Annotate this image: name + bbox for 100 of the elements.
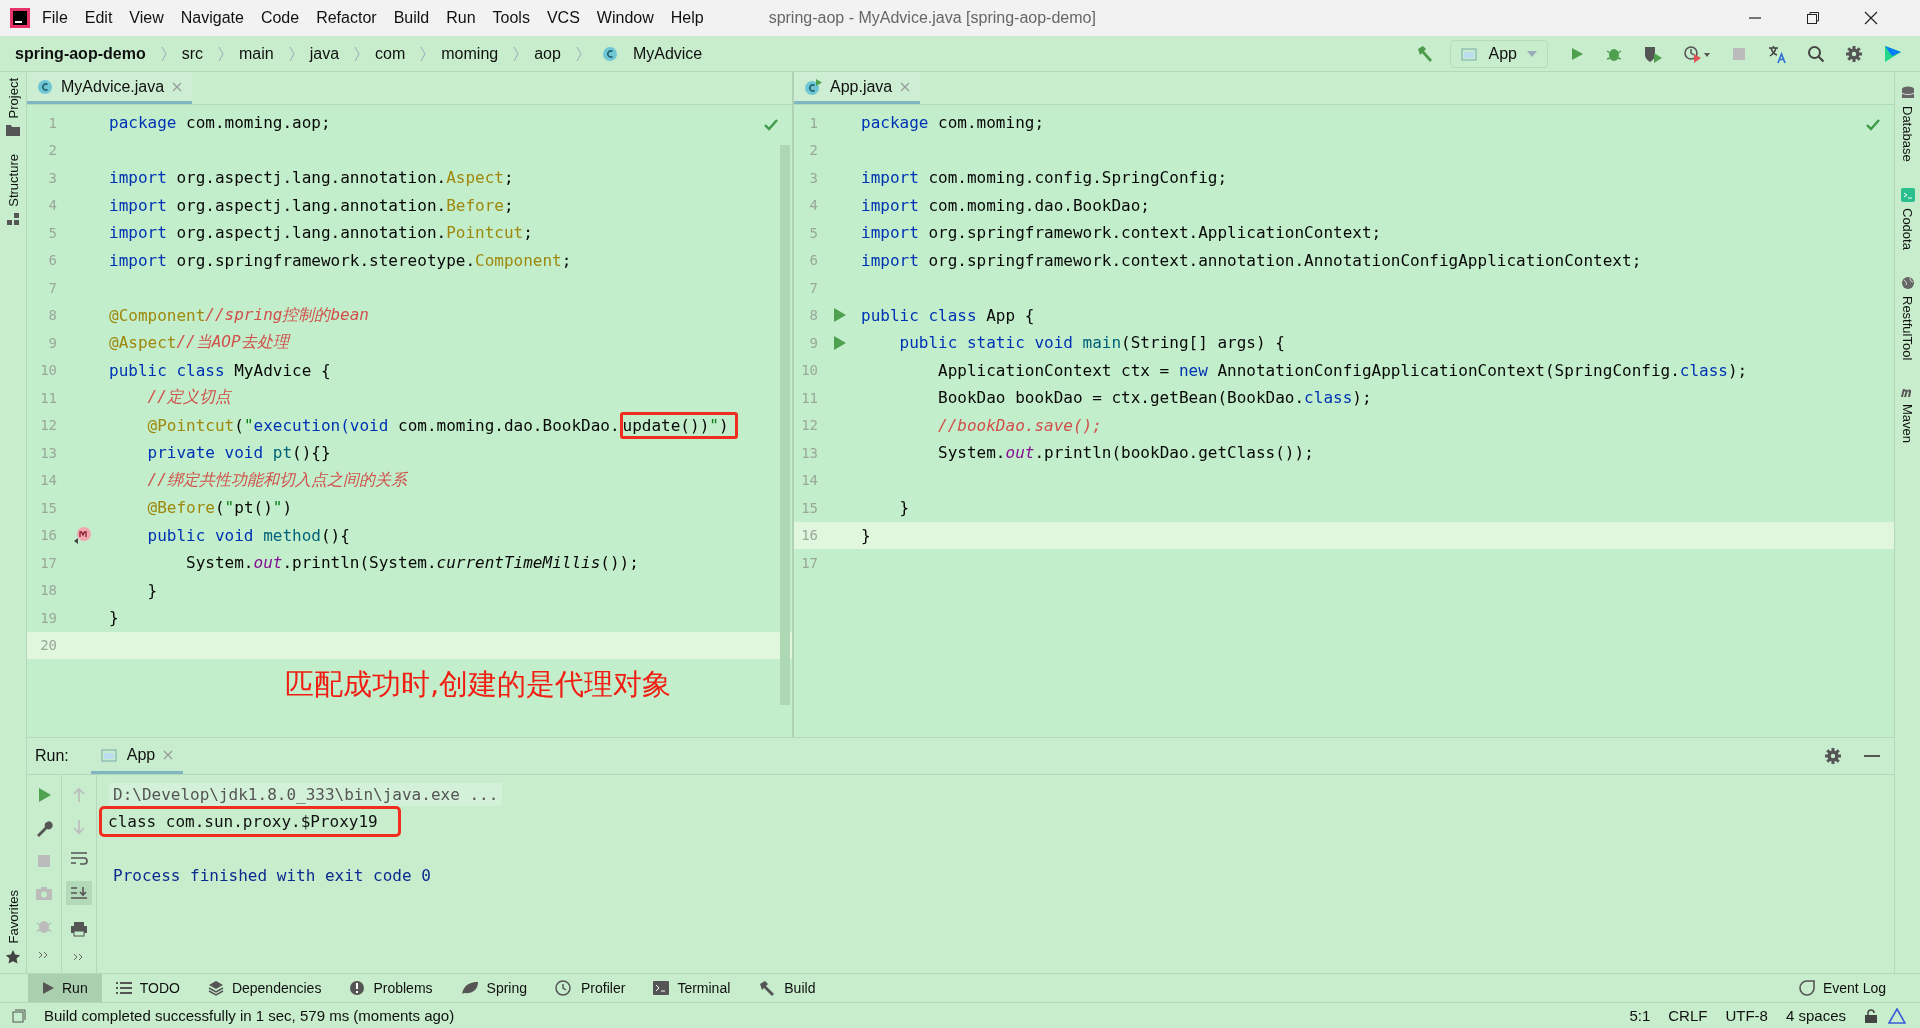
tool-window-tab[interactable]: Build bbox=[744, 974, 830, 1002]
rerun-icon[interactable] bbox=[36, 787, 52, 803]
code-line: @Component//spring控制的bean bbox=[109, 303, 369, 327]
breadcrumb-item[interactable]: aop bbox=[534, 44, 561, 63]
run-icon[interactable] bbox=[833, 335, 846, 350]
breadcrumb-item[interactable]: java bbox=[309, 44, 340, 63]
run-icon[interactable] bbox=[1569, 45, 1585, 62]
editor-tab[interactable]: MyAdvice.java bbox=[27, 72, 193, 104]
lock-icon[interactable] bbox=[1864, 1008, 1878, 1023]
tool-window-tab[interactable]: Run bbox=[28, 974, 102, 1002]
window-icon bbox=[100, 746, 119, 763]
window-icon bbox=[1460, 45, 1479, 62]
tool-window-tab[interactable]: Dependencies bbox=[193, 974, 336, 1002]
profiler-icon[interactable] bbox=[1683, 44, 1711, 63]
menu-item[interactable]: Window bbox=[596, 9, 654, 27]
menu-item[interactable]: View bbox=[129, 9, 164, 27]
override-method-icon[interactable] bbox=[73, 526, 93, 545]
breadcrumb-item[interactable]: MyAdvice bbox=[632, 44, 703, 63]
breadcrumb-item[interactable]: com bbox=[375, 44, 406, 63]
line-number: 11 bbox=[800, 389, 818, 406]
hammer-icon bbox=[758, 979, 777, 997]
line-number: 12 bbox=[800, 417, 818, 434]
wrench-icon[interactable] bbox=[35, 819, 53, 837]
more-icon[interactable] bbox=[38, 951, 50, 959]
breadcrumb-item[interactable]: src bbox=[181, 44, 203, 63]
status-item[interactable]: 5:1 bbox=[1629, 1007, 1651, 1024]
tool-window-tab[interactable]: Terminal bbox=[639, 974, 745, 1002]
tool-window-tab[interactable]: Problems bbox=[335, 974, 447, 1002]
print-icon[interactable] bbox=[70, 921, 88, 937]
tool-window-tab[interactable]: RestfulTool bbox=[1900, 295, 1915, 360]
more-icon[interactable] bbox=[73, 953, 85, 961]
line-number: 13 bbox=[800, 444, 818, 461]
check-icon bbox=[1866, 119, 1880, 131]
event-log-button[interactable]: Event Log bbox=[1784, 974, 1900, 1002]
terminal-icon bbox=[653, 981, 670, 995]
line-number: 16 bbox=[39, 527, 57, 544]
annotation-text: 匹配成功时,创建的是代理对象 bbox=[285, 667, 672, 701]
tool-window-tab[interactable]: Profiler bbox=[541, 974, 640, 1002]
status-item[interactable]: CRLF bbox=[1668, 1007, 1708, 1024]
menu-item[interactable]: Edit bbox=[84, 9, 113, 27]
toolbox-logo-icon[interactable] bbox=[1883, 43, 1903, 64]
menu-item[interactable]: File bbox=[42, 9, 68, 27]
status-item[interactable]: 4 spaces bbox=[1785, 1007, 1846, 1024]
translate-icon[interactable] bbox=[1767, 43, 1787, 64]
settings-icon[interactable] bbox=[1824, 747, 1842, 765]
tool-window-tab[interactable]: Codota bbox=[1900, 207, 1915, 250]
tool-window-tab[interactable]: Project bbox=[5, 78, 21, 119]
line-number: 8 bbox=[808, 307, 818, 324]
run-config-dropdown[interactable]: App bbox=[1449, 39, 1548, 68]
breadcrumb-item[interactable]: main bbox=[239, 44, 274, 63]
restore-icon[interactable] bbox=[1806, 11, 1820, 25]
chevron-icon bbox=[354, 45, 361, 62]
tool-window-tab[interactable]: Favorites bbox=[5, 889, 21, 943]
line-number: 17 bbox=[800, 554, 818, 571]
tool-window-tab[interactable]: Spring bbox=[446, 974, 541, 1002]
layers-icon bbox=[207, 980, 224, 996]
tool-window-tab[interactable]: TODO bbox=[101, 974, 194, 1002]
coverage-icon[interactable] bbox=[1643, 44, 1663, 63]
menu-item[interactable]: Build bbox=[393, 9, 430, 27]
menu-item[interactable]: Help bbox=[670, 9, 704, 27]
chevron-icon bbox=[160, 45, 167, 62]
class-icon bbox=[37, 78, 53, 95]
window-title: spring-aop - MyAdvice.java [spring-aop-demo] bbox=[768, 9, 1096, 27]
code-line: import com.moming.dao.BookDao; bbox=[861, 194, 1150, 217]
scrollbar[interactable] bbox=[780, 145, 790, 705]
menu-item[interactable]: Code bbox=[260, 9, 300, 27]
leaf-icon bbox=[460, 981, 479, 995]
code-line: } bbox=[861, 524, 871, 547]
chevron-icon bbox=[575, 45, 582, 62]
scroll-to-end-icon[interactable] bbox=[66, 881, 92, 905]
menu-item[interactable]: Navigate bbox=[180, 9, 244, 27]
settings-icon[interactable] bbox=[1845, 44, 1863, 63]
code-line: package com.moming.aop; bbox=[109, 112, 331, 135]
menu-item[interactable]: VCS bbox=[546, 9, 580, 27]
code-line: import org.springframework.context.ApplicationContext; bbox=[861, 222, 1382, 245]
tool-window-toggle-icon[interactable] bbox=[12, 1008, 26, 1023]
line-number: 7 bbox=[47, 279, 57, 296]
run-icon[interactable] bbox=[833, 308, 846, 323]
line-number: 18 bbox=[39, 582, 57, 599]
soft-wrap-icon[interactable] bbox=[70, 851, 88, 865]
status-item[interactable]: UTF-8 bbox=[1725, 1007, 1768, 1024]
tool-window-tab[interactable]: Maven bbox=[1900, 403, 1915, 443]
console-tab[interactable]: App bbox=[90, 738, 184, 774]
code-line: public class MyAdvice { bbox=[109, 359, 331, 382]
close-icon[interactable] bbox=[1864, 11, 1878, 25]
breadcrumb-item[interactable]: moming bbox=[441, 44, 499, 63]
menu-item[interactable]: Run bbox=[446, 9, 476, 27]
line-number: 5 bbox=[808, 224, 818, 241]
tool-window-tab[interactable]: Database bbox=[1900, 106, 1915, 162]
menu-item[interactable]: Tools bbox=[492, 9, 530, 27]
triangle-icon[interactable] bbox=[1888, 1007, 1906, 1024]
breadcrumb-item[interactable]: spring-aop-demo bbox=[15, 44, 146, 63]
tool-window-tab[interactable]: Structure bbox=[5, 154, 21, 208]
star-icon bbox=[5, 949, 21, 965]
line-number: 4 bbox=[47, 197, 57, 214]
line-number: 3 bbox=[47, 169, 57, 186]
menu-item[interactable]: Refactor bbox=[316, 9, 377, 27]
editor-tab[interactable]: App.java bbox=[794, 72, 921, 104]
search-icon[interactable] bbox=[1807, 44, 1825, 63]
minimize-icon[interactable] bbox=[1864, 754, 1880, 758]
